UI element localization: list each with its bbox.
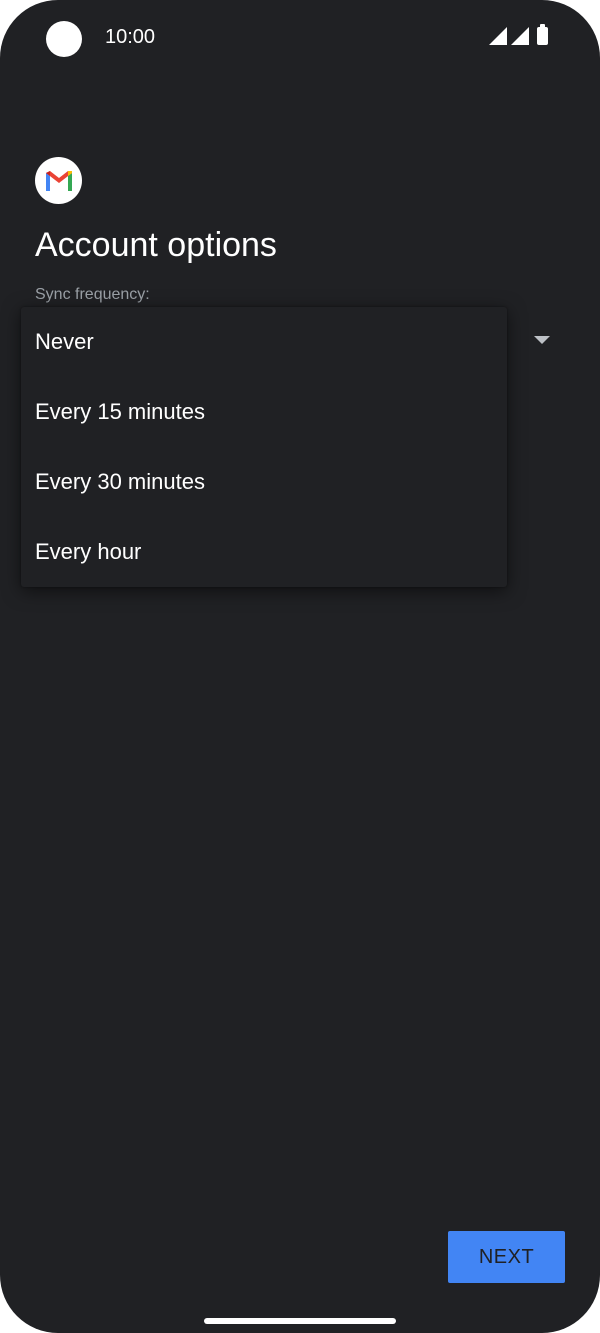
gmail-logo-glyph <box>45 171 72 191</box>
menu-item-every-30-minutes[interactable]: Every 30 minutes <box>21 447 507 517</box>
sync-frequency-label: Sync frequency: <box>35 286 150 303</box>
status-icons <box>489 24 548 45</box>
signal-icon <box>511 27 529 45</box>
next-button[interactable]: NEXT <box>448 1231 565 1283</box>
camera-cutout <box>46 21 82 57</box>
phone-screen: 10:00 Account options Sync frequency: Ne… <box>0 0 600 1333</box>
signal-icon <box>489 27 507 45</box>
page-title: Account options <box>35 226 277 264</box>
menu-item-every-hour[interactable]: Every hour <box>21 517 507 587</box>
gmail-icon <box>35 157 82 204</box>
sync-frequency-menu: Never Every 15 minutes Every 30 minutes … <box>21 307 507 587</box>
menu-item-never[interactable]: Never <box>21 307 507 377</box>
dropdown-arrow-icon[interactable] <box>534 336 550 344</box>
battery-icon <box>537 24 548 45</box>
status-time: 10:00 <box>105 26 156 48</box>
home-indicator[interactable] <box>204 1318 396 1324</box>
menu-item-every-15-minutes[interactable]: Every 15 minutes <box>21 377 507 447</box>
